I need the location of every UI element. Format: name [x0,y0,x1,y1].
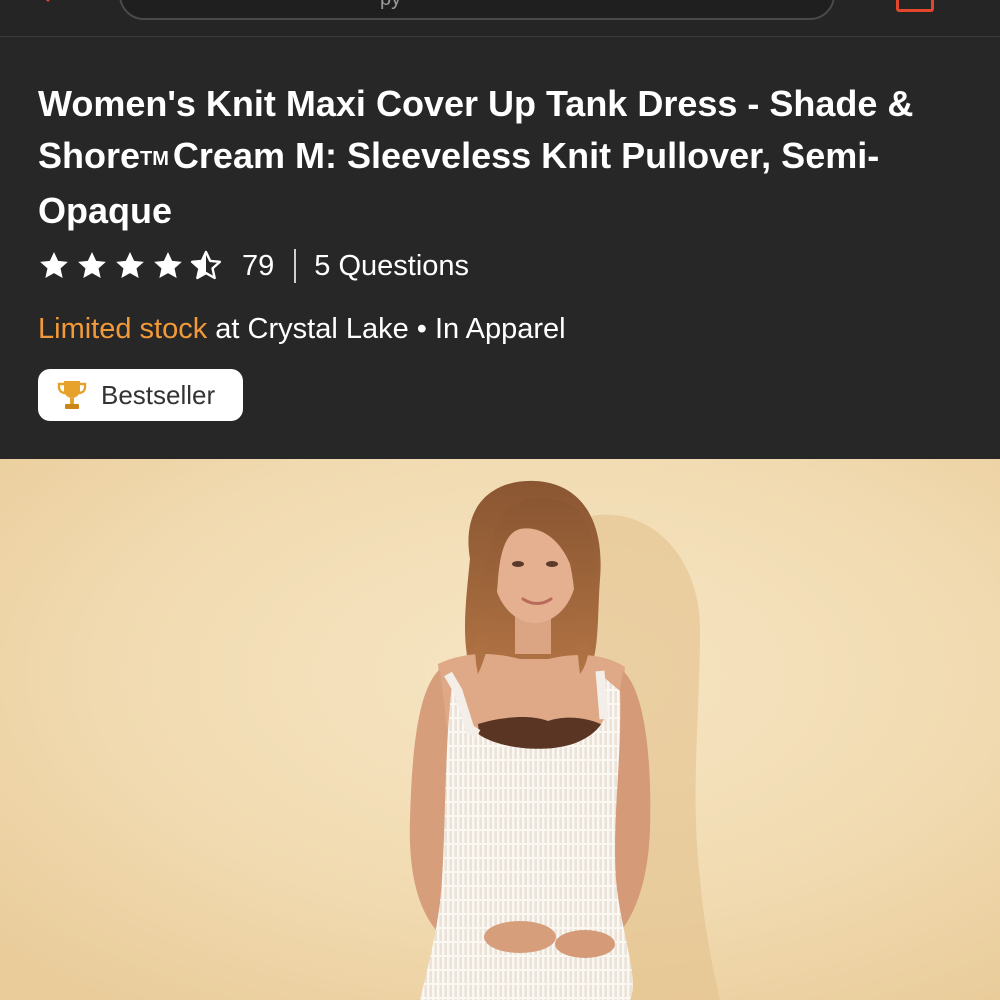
star-filled-icon [154,252,182,278]
top-bar: py [0,0,1000,37]
rating-stars[interactable] [38,250,228,282]
rating-divider [294,249,297,283]
trademark-symbol: TM [140,148,169,170]
cart-icon[interactable] [896,0,934,12]
search-input-text: py [380,0,401,11]
star-filled-icon [116,252,144,278]
product-photo-illustration [0,459,1000,1000]
review-count[interactable]: 79 [242,250,274,283]
trophy-icon [57,381,87,409]
product-image[interactable] [0,459,1000,1000]
star-filled-icon [78,252,106,278]
product-title: Women's Knit Maxi Cover Up Tank Dress - … [38,78,938,237]
search-input[interactable] [119,0,835,20]
product-page: py Women's Knit Maxi Cover Up Tank Dress… [0,0,1000,1000]
questions-link[interactable]: 5 Questions [314,250,469,283]
stock-status: Limited stock [38,313,208,345]
star-half-icon [190,250,222,280]
stock-info: Limited stock at Crystal Lake • In Appar… [38,309,566,349]
stock-location[interactable]: at Crystal Lake • In Apparel [215,313,565,345]
rating-row: 79 5 Questions [38,246,469,286]
back-arrow-icon[interactable] [34,0,54,2]
badge-label: Bestseller [101,379,216,410]
bestseller-badge: Bestseller [38,369,243,421]
star-filled-icon [40,252,68,278]
